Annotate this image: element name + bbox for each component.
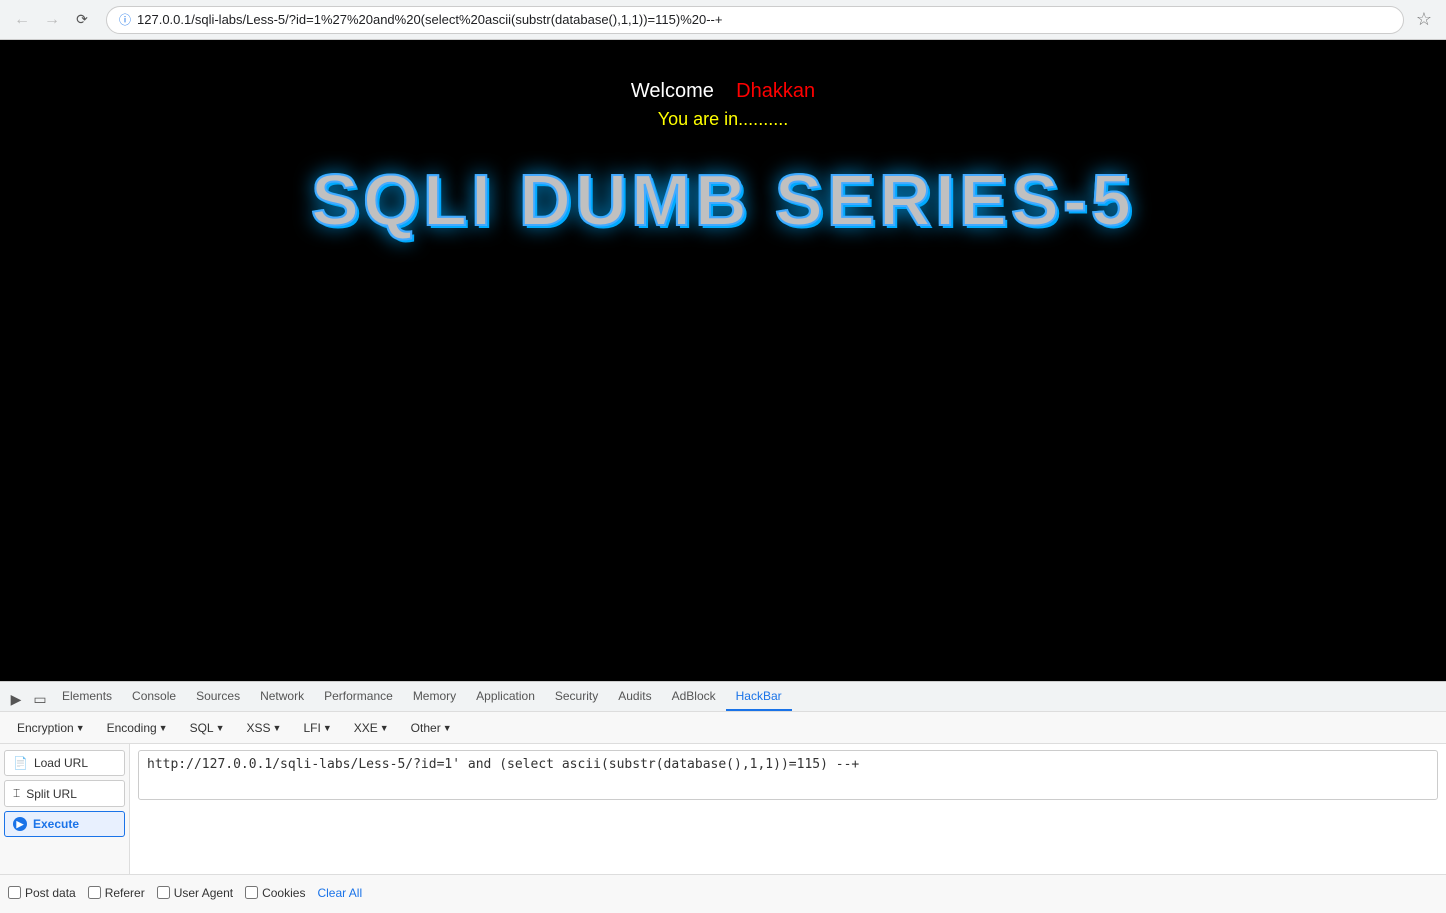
welcome-label: Welcome (631, 80, 714, 102)
split-url-label: Split URL (26, 787, 77, 801)
xss-arrow: ▼ (273, 723, 282, 733)
tab-memory[interactable]: Memory (403, 683, 466, 711)
load-url-button[interactable]: 📄 Load URL (4, 750, 125, 776)
main-content: Welcome Dhakkan You are in.......... SQL… (0, 40, 1446, 681)
tab-hackbar[interactable]: HackBar (726, 683, 792, 711)
encryption-arrow: ▼ (76, 723, 85, 733)
post-data-label: Post data (25, 886, 76, 900)
xxe-menu[interactable]: XXE ▼ (345, 718, 398, 738)
lfi-menu[interactable]: LFI ▼ (294, 718, 340, 738)
execute-icon: ▶ (13, 817, 27, 831)
you-are-in-text: You are in.......... (311, 109, 1135, 130)
referer-checkbox-label[interactable]: Referer (88, 886, 145, 900)
execute-button[interactable]: ▶ Execute (4, 811, 125, 837)
devtools-cursor-icon[interactable]: ▶ (4, 687, 28, 711)
hackbar-url-area (130, 744, 1446, 874)
sqli-title: SQLI DUMB SERIES-5 (311, 160, 1135, 242)
tab-network[interactable]: Network (250, 683, 314, 711)
lfi-arrow: ▼ (323, 723, 332, 733)
tab-console[interactable]: Console (122, 683, 186, 711)
xxe-arrow: ▼ (380, 723, 389, 733)
user-agent-label: User Agent (174, 886, 233, 900)
referer-checkbox[interactable] (88, 886, 101, 899)
tab-application[interactable]: Application (466, 683, 545, 711)
sql-label: SQL (190, 721, 214, 735)
reload-button[interactable]: ⟳ (68, 6, 96, 34)
encoding-menu[interactable]: Encoding ▼ (98, 718, 177, 738)
hackbar-toolbar: Encryption ▼ Encoding ▼ SQL ▼ XSS ▼ LFI … (0, 712, 1446, 744)
cookies-checkbox[interactable] (245, 886, 258, 899)
user-agent-checkbox-label[interactable]: User Agent (157, 886, 233, 900)
encryption-menu[interactable]: Encryption ▼ (8, 718, 94, 738)
welcome-line: Welcome Dhakkan (311, 80, 1135, 103)
tab-sources[interactable]: Sources (186, 683, 250, 711)
encryption-label: Encryption (17, 721, 74, 735)
xxe-label: XXE (354, 721, 378, 735)
load-url-label: Load URL (34, 756, 88, 770)
tab-performance[interactable]: Performance (314, 683, 403, 711)
hackbar-url-input[interactable] (138, 750, 1438, 800)
user-agent-checkbox[interactable] (157, 886, 170, 899)
devtools-mobile-icon[interactable]: ▭ (28, 687, 52, 711)
sql-arrow: ▼ (216, 723, 225, 733)
address-bar[interactable]: ⓘ 127.0.0.1/sqli-labs/Less-5/?id=1%27%20… (106, 6, 1404, 34)
encoding-label: Encoding (107, 721, 157, 735)
cookies-checkbox-label[interactable]: Cookies (245, 886, 305, 900)
referer-label: Referer (105, 886, 145, 900)
clear-all-button[interactable]: Clear All (317, 886, 362, 900)
other-menu[interactable]: Other ▼ (402, 718, 461, 738)
url-display: 127.0.0.1/sqli-labs/Less-5/?id=1%27%20an… (137, 12, 1391, 27)
split-url-icon: ⌶ (13, 786, 20, 801)
hackbar-bottom: Post data Referer User Agent Cookies Cle… (0, 874, 1446, 910)
browser-chrome: ← → ⟳ ⓘ 127.0.0.1/sqli-labs/Less-5/?id=1… (0, 0, 1446, 40)
bookmark-button[interactable]: ☆ (1410, 6, 1438, 34)
xss-label: XSS (247, 721, 271, 735)
other-label: Other (411, 721, 441, 735)
secure-icon: ⓘ (119, 11, 131, 28)
welcome-section: Welcome Dhakkan You are in.......... SQL… (311, 80, 1135, 242)
xss-menu[interactable]: XSS ▼ (238, 718, 291, 738)
load-url-icon: 📄 (13, 756, 28, 770)
hackbar-sidebar: 📄 Load URL ⌶ Split URL ▶ Execute (0, 744, 130, 874)
tab-audits[interactable]: Audits (608, 683, 661, 711)
other-arrow: ▼ (443, 723, 452, 733)
cookies-label: Cookies (262, 886, 305, 900)
post-data-checkbox[interactable] (8, 886, 21, 899)
lfi-label: LFI (303, 721, 320, 735)
tab-adblock[interactable]: AdBlock (662, 683, 726, 711)
hackbar-main: 📄 Load URL ⌶ Split URL ▶ Execute (0, 744, 1446, 874)
encoding-arrow: ▼ (159, 723, 168, 733)
post-data-checkbox-label[interactable]: Post data (8, 886, 76, 900)
username-display: Dhakkan (736, 80, 815, 102)
execute-label: Execute (33, 817, 79, 831)
tab-elements[interactable]: Elements (52, 683, 122, 711)
split-url-button[interactable]: ⌶ Split URL (4, 780, 125, 807)
devtools-panel: ▶ ▭ Elements Console Sources Network Per… (0, 681, 1446, 913)
devtools-tabs: ▶ ▭ Elements Console Sources Network Per… (0, 682, 1446, 712)
sql-menu[interactable]: SQL ▼ (181, 718, 234, 738)
back-button[interactable]: ← (8, 6, 36, 34)
forward-button[interactable]: → (38, 6, 66, 34)
tab-security[interactable]: Security (545, 683, 608, 711)
